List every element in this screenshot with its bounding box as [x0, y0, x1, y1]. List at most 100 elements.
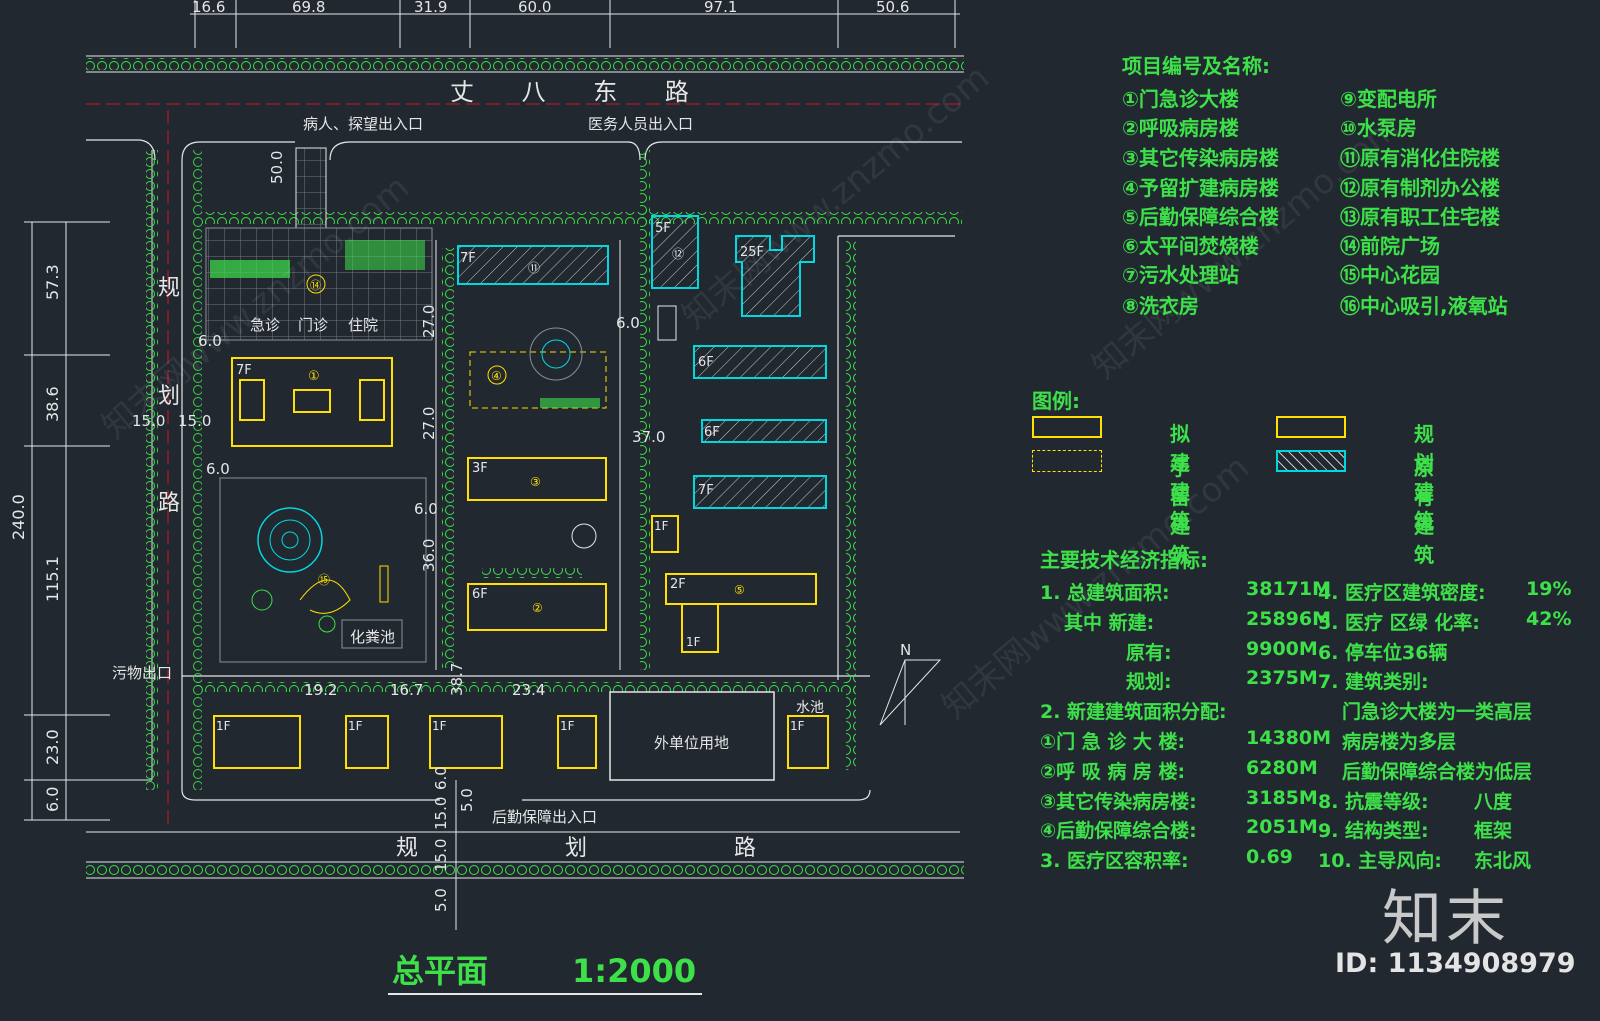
svg-text:⑮: ⑮ [318, 573, 330, 587]
plaza-label-inpatient: 住院 [348, 316, 378, 334]
svg-text:④: ④ [491, 369, 502, 383]
project-item: ⑮中心花园 [1340, 263, 1440, 287]
tech-title: 主要技术经济指标: [1040, 548, 1208, 572]
svg-text:②: ② [532, 601, 543, 615]
dim-d: 6.0 [206, 460, 230, 478]
tech-cell: ④后勤保障综合楼: [1040, 820, 1197, 843]
svg-text:①: ① [308, 369, 320, 384]
legend-existing: 原有建筑 [1414, 456, 1434, 567]
pool-label: 水池 [796, 700, 824, 716]
building-3: 3F ③ [467, 457, 607, 501]
building-16: 1F [651, 515, 679, 553]
project-item: ④予留扩建病房楼 [1122, 176, 1279, 200]
project-item: ⑪原有消化住院楼 [1340, 146, 1500, 170]
tech-cell: 2. 新建建筑面积分配: [1040, 701, 1227, 724]
road-north-label: 丈 八 东 路 [450, 78, 709, 106]
dim-r: 15.0 [432, 839, 450, 872]
compass-n: N [900, 641, 911, 659]
floor-b13d: 7F [698, 483, 714, 498]
building-13-row-1: 6F [693, 345, 827, 379]
floor-b12: 5F [655, 221, 671, 236]
road-west-3: 路 [158, 491, 180, 516]
dim-g: 6.0 [616, 314, 640, 332]
external-land-label: 外单位用地 [654, 734, 729, 752]
project-item: ⑯中心吸引,液氧站 [1340, 294, 1508, 318]
legend-swatch-reserved [1032, 450, 1102, 472]
fountain-circle [257, 507, 323, 573]
dim-c: 15.0 [178, 412, 211, 430]
dim-i: 6.0 [414, 500, 438, 518]
floor-b10: 1F [790, 719, 805, 733]
tree-row-west [146, 150, 158, 790]
floor-b6: 1F [216, 719, 231, 733]
tech-cell: 八度 [1474, 790, 1513, 813]
tech-cell: 6280M [1246, 756, 1318, 779]
floor-b16: 1F [654, 519, 669, 533]
brand-logo: 知末 [1382, 884, 1510, 954]
project-item: ⑧洗衣房 [1122, 294, 1199, 318]
dim-q: 15.0 [432, 797, 450, 830]
legend-title: 图例: [1032, 389, 1080, 413]
project-item: ⑨变配电所 [1340, 87, 1437, 111]
tech-cell: 3185M [1246, 786, 1318, 809]
dim-top-4: 60.0 [518, 0, 551, 16]
building-1-outpatient: 7F ① [231, 357, 393, 447]
tech-cell: 7. 建筑类别: [1318, 671, 1429, 694]
tech-cell: 9. 结构类型: [1318, 820, 1429, 843]
floor-b5b: 1F [686, 635, 701, 649]
project-item: ⑦污水处理站 [1122, 263, 1239, 287]
dim-top-1: 16.6 [192, 0, 225, 16]
tech-cell: 病房楼为多层 [1342, 731, 1457, 753]
dim-left-1: 57.3 [43, 264, 62, 300]
dim-top-6: 50.6 [876, 0, 909, 16]
project-item: ⑥太平间焚烧楼 [1122, 234, 1259, 258]
floor-b2: 6F [472, 587, 488, 602]
svg-text:⑤: ⑤ [734, 583, 745, 597]
dim-f: 27.0 [420, 407, 438, 440]
project-item: ⑭前院广场 [1340, 234, 1440, 258]
tech-cell: 3. 医疗区容积率: [1040, 850, 1189, 873]
floor-b1: 7F [236, 363, 252, 378]
floor-b9: 1F [560, 719, 575, 733]
tech-cell: 19% [1526, 578, 1572, 600]
tech-cell: 门急诊大楼为一类高层 [1342, 701, 1533, 724]
dim-left-2: 38.6 [43, 386, 62, 422]
tech-cell: 1. 总建筑面积: [1040, 582, 1170, 604]
tree-row-north-1 [86, 58, 964, 70]
road-south-label: 规 划 路 [396, 836, 826, 861]
plan-title: 总平面 [392, 952, 488, 990]
floor-b11: 7F [460, 251, 476, 266]
tech-cell: 规划: [1126, 671, 1172, 694]
dim-top-2: 69.8 [292, 0, 325, 16]
svg-text:③: ③ [530, 475, 541, 489]
legend-swatch-planned [1276, 416, 1346, 438]
tech-cell: 5. 医疗 区绿 化率: [1318, 611, 1480, 634]
dim-total: 240.0 [9, 494, 28, 540]
tech-cell: 14380M [1246, 727, 1332, 749]
tech-cell: 2051M [1246, 816, 1318, 839]
dim-n: 23.4 [512, 681, 545, 699]
project-item: ⑫原有制剂办公楼 [1340, 176, 1500, 200]
dim-gate: 50.0 [268, 151, 286, 184]
building-5: 2F 1F ⑤ [665, 573, 817, 653]
compass: N [879, 641, 942, 726]
building-13-row-2: 6F [701, 419, 827, 443]
project-item: ③其它传染病房楼 [1122, 146, 1279, 170]
road-west-1: 规 [158, 276, 180, 301]
project-item: ⑤后勤保障综合楼 [1122, 205, 1279, 229]
building-11: 7F ⑪ [457, 245, 609, 285]
dim-top-3: 31.9 [414, 0, 447, 16]
project-item: ⑩水泵房 [1340, 116, 1417, 140]
floor-b13b: 6F [698, 355, 714, 370]
building-12: 5F ⑫ [651, 215, 699, 289]
dim-left-5: 6.0 [43, 787, 62, 812]
septic-label: 化粪池 [350, 628, 395, 646]
legend-swatch-existing [1276, 450, 1346, 472]
tech-cell: 2375M [1246, 667, 1318, 690]
tech-cell: 9900M [1246, 637, 1318, 660]
tech-cell: 6. 停车位36辆 [1318, 641, 1448, 664]
svg-text:⑪: ⑪ [528, 261, 540, 275]
dim-left-4: 23.0 [43, 729, 62, 765]
dim-m: 38.7 [448, 663, 466, 696]
floor-b7: 1F [348, 719, 363, 733]
